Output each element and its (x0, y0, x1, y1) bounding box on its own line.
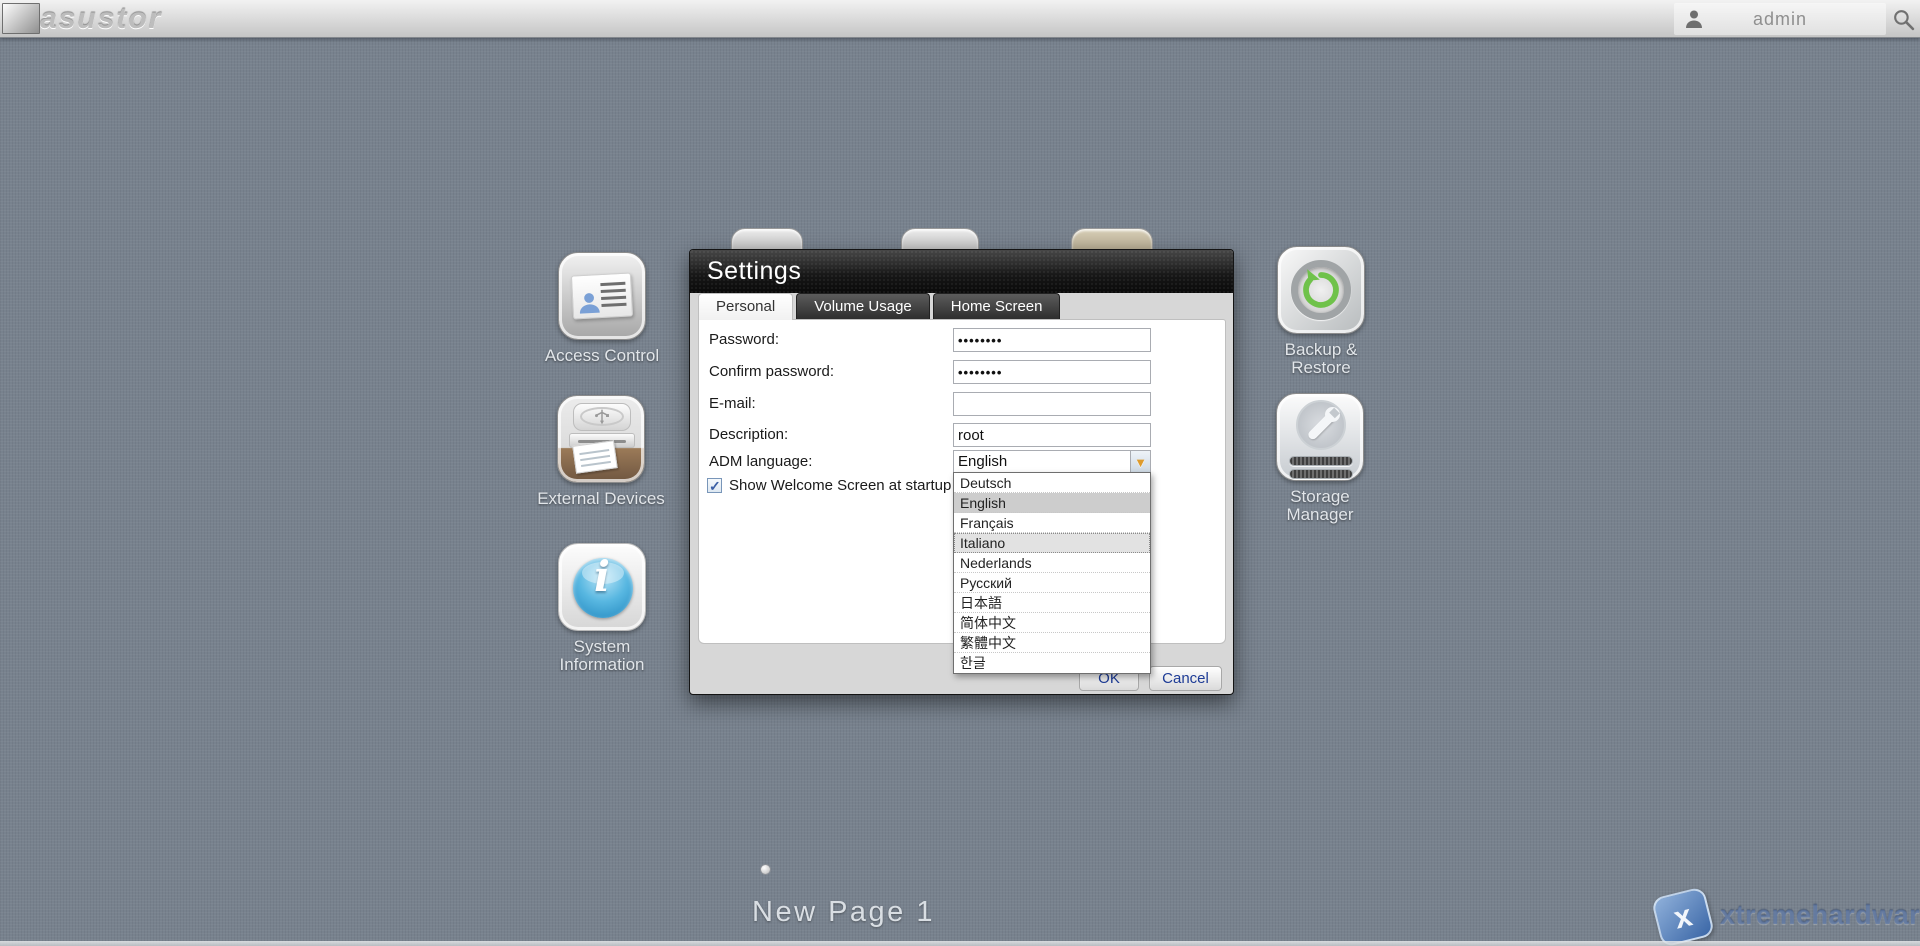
description-field[interactable] (953, 423, 1151, 447)
desktop-icon-system-information[interactable]: i System Information (527, 543, 677, 674)
language-dropdown-list: Deutsch English Français Italiano Nederl… (953, 472, 1151, 674)
welcome-checkbox-label: Show Welcome Screen at startup (729, 477, 951, 494)
backup-restore-icon (1277, 246, 1365, 334)
tab-personal[interactable]: Personal (698, 293, 793, 320)
language-option[interactable]: 繁體中文 (954, 633, 1150, 653)
language-option[interactable]: Français (954, 513, 1150, 533)
bottom-edge-strip (0, 941, 1920, 946)
search-icon[interactable] (1891, 7, 1916, 32)
icon-label: External Devices (526, 490, 676, 508)
icon-label: Restore (1246, 359, 1396, 377)
tab-home-screen[interactable]: Home Screen (933, 293, 1061, 319)
welcome-checkbox[interactable] (707, 478, 722, 493)
language-option[interactable]: Deutsch (954, 473, 1150, 493)
adm-language-label: ADM language: (709, 450, 953, 474)
icon-label: Backup & (1246, 341, 1396, 359)
taskbar-corner-button[interactable] (2, 3, 40, 34)
access-control-icon (558, 252, 646, 340)
icon-label: Storage (1245, 488, 1395, 506)
adm-language-value: English (958, 451, 1007, 473)
password-field[interactable] (953, 328, 1151, 352)
confirm-password-field[interactable] (953, 360, 1151, 384)
adm-language-select[interactable]: English ▼ (953, 450, 1151, 474)
desktop-icon-backup-restore[interactable]: Backup & Restore (1246, 246, 1396, 377)
xtremehardware-logo-icon: x (1651, 886, 1715, 946)
language-option[interactable]: 日本語 (954, 593, 1150, 613)
topbar: asustor admin (0, 0, 1920, 38)
email-label: E-mail: (709, 392, 953, 416)
settings-dialog: Settings Personal Volume Usage Home Scre… (689, 249, 1234, 695)
language-option[interactable]: Nederlands (954, 553, 1150, 573)
language-option[interactable]: Русский (954, 573, 1150, 593)
username-label: admin (1674, 3, 1886, 35)
language-option[interactable]: 한글 (954, 653, 1150, 673)
language-option[interactable]: Italiano (954, 533, 1150, 553)
description-label: Description: (709, 423, 953, 447)
icon-label: Access Control (527, 347, 677, 365)
icon-label: System (527, 638, 677, 656)
storage-manager-icon (1276, 393, 1364, 481)
watermark-text: xtremehardware.it (1720, 900, 1920, 931)
page-name-label: New Page 1 (752, 896, 935, 929)
external-devices-icon (557, 395, 645, 483)
user-menu[interactable]: admin (1674, 3, 1886, 35)
adm-desktop: asustor admin Access Control (0, 0, 1920, 946)
dialog-tabs: Personal Volume Usage Home Screen (698, 293, 1063, 319)
desktop-icon-access-control[interactable]: Access Control (527, 252, 677, 365)
email-field[interactable] (953, 392, 1151, 416)
password-label: Password: (709, 328, 953, 352)
asustor-logo: asustor (40, 0, 162, 37)
page-indicator-dot[interactable] (760, 864, 771, 875)
desktop-icon-storage-manager[interactable]: Storage Manager (1245, 393, 1395, 524)
desktop-icon-external-devices[interactable]: External Devices (526, 395, 676, 508)
icon-label: Manager (1245, 506, 1395, 524)
language-option[interactable]: 简体中文 (954, 613, 1150, 633)
tab-volume-usage[interactable]: Volume Usage (796, 293, 930, 319)
language-option[interactable]: English (954, 493, 1150, 513)
cancel-button[interactable]: Cancel (1149, 666, 1222, 691)
chevron-down-icon: ▼ (1134, 455, 1147, 470)
icon-label: Information (527, 656, 677, 674)
combo-trigger-button[interactable]: ▼ (1130, 451, 1150, 473)
dialog-title: Settings (690, 250, 1233, 293)
confirm-password-label: Confirm password: (709, 360, 953, 384)
system-information-icon: i (558, 543, 646, 631)
